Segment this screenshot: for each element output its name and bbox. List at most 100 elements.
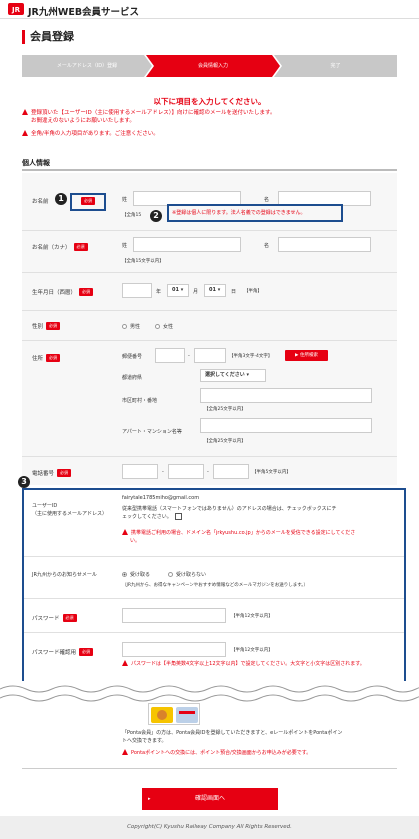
address-search-button[interactable]: ▶ 住所検索 [285,350,328,361]
gender-female-text: 女性 [163,324,174,330]
prefecture-value: 選択してください [205,372,245,378]
newsletter-label: JR九州からのお知らせメール [32,572,97,578]
mobile-domain-warning: 携帯電話ご利用の場合、ドメイン名「jrkyushu.co.jp」からのメールを受… [122,529,355,537]
password-label: パスワード 必須 [32,614,77,622]
male-radio[interactable] [122,324,127,329]
row-divider [22,272,397,273]
prefecture-select[interactable]: 選択してください ▾ [200,369,266,382]
newsletter-not-receive-text: 受け取らない [176,572,207,578]
gender-male-option[interactable]: 男性 [122,323,140,330]
warning-icon [122,660,128,666]
row-divider [22,456,397,457]
birthday-required-badge: 必須 [79,288,94,296]
instruction-text: 以下に項目を入力してください。 [153,97,266,106]
step-email-registration: メールアドレス（ID）登録 [22,55,152,77]
address-label: 住所 必須 [32,354,61,362]
row-divider [22,310,397,311]
row-divider [24,556,404,557]
name-kana-label: お名前（カナ） 必須 [32,243,88,251]
receive-radio[interactable] [122,572,127,577]
callout-box-1: 必須 [70,193,106,211]
name-kana-required-badge: 必須 [73,243,88,251]
birth-month-select[interactable]: 01 ▾ [167,284,189,297]
female-radio[interactable] [155,324,160,329]
password-confirm-label-text: パスワード確認用 [32,650,77,656]
phone-third-input[interactable] [213,464,249,479]
feature-phone-checkbox[interactable] [174,513,182,520]
birthday-label-text: 生年月日（西暦） [32,290,77,296]
prefecture-label: 都道府県 [122,375,143,381]
page-title: 会員登録 [22,30,74,44]
password-rule-warning: パスワードは【半角英数4文字以上12文字以内】で設定してください。大文字と小文字… [122,660,365,668]
newsletter-not-receive-option[interactable]: 受け取らない [168,571,206,578]
note-2: 全角/半角の入力項目があります。ご注意ください。 [22,130,159,138]
name-kana-mei-label: 名 [264,243,270,249]
name-label: お名前 [32,197,49,205]
feature-phone-text-2-label: ェックしてください。 [122,514,172,520]
callout-number-1: 1 [55,193,67,205]
not-receive-radio[interactable] [168,572,173,577]
building-hint: 【全角25文字以内】 [204,439,246,444]
name-mei-label: 名 [264,197,270,203]
birthday-label: 生年月日（西暦） 必須 [32,288,94,296]
user-id-value: fairytale1785miho@gmail.com [122,495,200,501]
city-input[interactable] [200,388,372,403]
row-divider [24,632,404,633]
name-kana-hint: 【全角15文字以内】 [122,259,164,264]
birth-year-input[interactable] [122,283,152,298]
note-1-continued: お間違えのないようにお願いいたします。 [31,118,135,124]
ponta-card-image [148,703,200,725]
phone-label: 電話番号 必須 [32,469,72,477]
gender-female-option[interactable]: 女性 [155,323,173,330]
phone-separator-1: - [162,469,164,475]
progress-steps: メールアドレス（ID）登録 会員情報入力 完了 [22,55,397,77]
birth-day-value: 01 [209,287,216,293]
phone-second-input[interactable] [168,464,204,479]
phone-first-input[interactable] [122,464,158,479]
ponta-warning: Pontaポイントへの交換には、ポイント預合/交換画面からお申込みが必要です。 [122,749,311,757]
warning-icon [22,130,28,136]
postal-code-second-input[interactable] [194,348,226,363]
postal-code-first-input[interactable] [155,348,185,363]
password-confirm-hint: 【半角12文字以内】 [231,648,273,653]
warning-icon [122,749,128,755]
ponta-card-icon [151,707,198,723]
birth-day-unit: 日 [231,289,237,295]
name-hint: 【全角15 [122,213,142,218]
name-kana-sei-input[interactable] [133,237,241,252]
password-input[interactable] [122,608,226,623]
name-individual-warning: ※登録は個人に限ります。法人名義での登録はできません。 [172,210,306,216]
ponta-description-1: 「Ponta会員」の方は、Ponta会員IDを登録していただきますと、eレールポ… [122,730,343,736]
password-required-badge: 必須 [62,614,77,622]
postal-code-separator: - [188,353,190,359]
footer-copyright: Copyright(C) Kyushu Railway Company All … [0,816,419,839]
section-title: 個人情報 [22,159,50,167]
callout-number-2: 2 [150,210,162,222]
feature-phone-text-2: ェックしてください。 [122,513,182,520]
newsletter-receive-option[interactable]: 受け取る [122,571,150,578]
gender-label: 性別 必須 [32,322,61,330]
birth-month-value: 01 [172,287,179,293]
address-required-badge: 必須 [46,354,61,362]
name-kana-label-text: お名前（カナ） [32,245,71,251]
gender-required-badge: 必須 [46,322,61,330]
password-confirm-input[interactable] [122,642,226,657]
name-label-text: お名前 [32,199,49,205]
birthday-hint: 【半角】 [244,289,262,294]
jr-logo-icon[interactable]: JR [8,3,24,15]
row-divider [24,598,404,599]
warning-icon [122,529,128,535]
svg-text:JR: JR [11,6,21,14]
section-divider [22,169,397,171]
confirm-button[interactable]: ▸ 確認画面へ [142,788,278,810]
name-kana-mei-input[interactable] [278,237,371,252]
building-input[interactable] [200,418,372,433]
password-label-text: パスワード [32,616,60,622]
birth-day-select[interactable]: 01 ▾ [204,284,226,297]
site-title[interactable]: JR九州WEB会員サービス [28,4,139,18]
birth-month-unit: 月 [193,289,199,295]
postal-code-label: 郵便番号 [122,354,143,360]
note-2-text: 全角/半角の入力項目があります。ご注意ください。 [31,131,159,137]
mobile-domain-warning-2: い。 [130,538,141,544]
phone-label-text: 電話番号 [32,471,55,477]
